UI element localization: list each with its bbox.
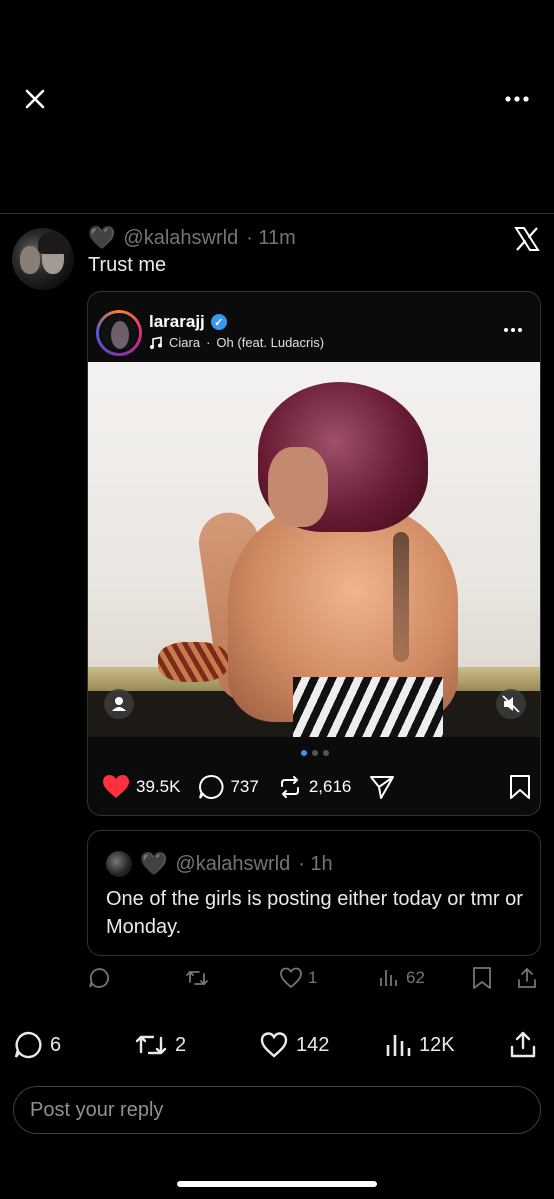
song-title: Oh (feat. Ludacris) bbox=[216, 335, 325, 350]
ig-comment-count: 737 bbox=[230, 777, 259, 796]
share-icon bbox=[510, 1031, 536, 1058]
song-artist: Ciara bbox=[169, 335, 201, 350]
reply-icon bbox=[14, 1031, 42, 1059]
more-icon bbox=[505, 96, 529, 102]
more-icon bbox=[504, 328, 522, 332]
bookmark-icon bbox=[473, 967, 491, 989]
inner-bookmark-button[interactable] bbox=[471, 966, 493, 990]
ig-repost-count: 2,616 bbox=[308, 777, 352, 796]
music-note-icon bbox=[150, 336, 162, 349]
tweet-header: 🖤 @kalahswrld · 11m bbox=[88, 225, 296, 251]
x-logo-icon bbox=[514, 226, 540, 252]
like-count: 142 bbox=[296, 1033, 330, 1056]
ig-photo[interactable] bbox=[88, 362, 540, 737]
share-button[interactable] bbox=[508, 1030, 538, 1060]
divider bbox=[0, 213, 554, 214]
ig-share-button[interactable] bbox=[369, 774, 395, 800]
inner-views-button[interactable]: 62 bbox=[377, 966, 425, 990]
like-button[interactable]: 142 bbox=[259, 1030, 329, 1060]
repost-button[interactable]: 2 bbox=[134, 1030, 186, 1060]
ig-username: lararajj bbox=[149, 312, 205, 331]
carousel-dot bbox=[312, 750, 318, 756]
quoted-tweet-header: 🖤 @kalahswrld · 1h bbox=[106, 851, 333, 877]
inner-repost-button[interactable] bbox=[185, 966, 209, 990]
quoted-time: · 1h bbox=[298, 852, 333, 875]
carousel-dots bbox=[88, 750, 540, 756]
top-bar bbox=[0, 0, 554, 214]
views-button[interactable]: 12K bbox=[384, 1030, 455, 1060]
mute-icon[interactable] bbox=[496, 689, 526, 719]
tagged-user-icon[interactable] bbox=[104, 689, 134, 719]
ig-actions: 39.5K 737 2,616 bbox=[102, 772, 532, 802]
inner-actions: 1 62 bbox=[87, 966, 541, 996]
share-icon bbox=[518, 967, 536, 988]
repost-icon bbox=[135, 1035, 167, 1055]
home-indicator bbox=[177, 1181, 377, 1187]
inner-reply-button[interactable] bbox=[87, 966, 111, 990]
quoted-tweet[interactable]: 🖤 @kalahswrld · 1h One of the girls is p… bbox=[87, 830, 541, 956]
quoted-handle: @kalahswrld bbox=[175, 852, 291, 875]
ig-more-button[interactable] bbox=[498, 320, 528, 340]
bookmark-icon bbox=[510, 775, 530, 799]
tweet-actions: 6 2 142 12K bbox=[0, 1030, 554, 1066]
ig-like-count: 39.5K bbox=[136, 777, 181, 796]
black-heart-emoji: 🖤 bbox=[88, 225, 116, 250]
comment-icon bbox=[199, 774, 224, 799]
ig-avatar[interactable] bbox=[96, 310, 142, 356]
reply-button[interactable]: 6 bbox=[13, 1030, 61, 1060]
reply-count: 6 bbox=[50, 1033, 62, 1056]
repost-icon bbox=[186, 970, 208, 986]
more-options-button[interactable] bbox=[502, 84, 532, 114]
carousel-dot bbox=[301, 750, 307, 756]
inner-share-button[interactable] bbox=[515, 966, 539, 990]
ig-save-button[interactable] bbox=[508, 774, 532, 805]
views-count: 12K bbox=[419, 1033, 455, 1056]
tweet-text: Trust me bbox=[88, 254, 167, 276]
quoted-text: One of the girls is posting either today… bbox=[106, 888, 523, 938]
ig-song[interactable]: Ciara · Oh (feat. Ludacris) bbox=[149, 335, 324, 350]
reply-input[interactable]: Post your reply bbox=[13, 1086, 541, 1134]
tweet-time: · 11m bbox=[246, 226, 296, 249]
ig-like-button[interactable]: 39.5K bbox=[102, 774, 180, 800]
avatar[interactable] bbox=[12, 228, 74, 290]
tweet-handle[interactable]: @kalahswrld bbox=[123, 227, 238, 250]
close-icon bbox=[25, 89, 45, 109]
close-button[interactable] bbox=[20, 84, 50, 114]
instagram-embed[interactable]: lararajj ✓ Ciara · Oh (feat. Ludacris) 3… bbox=[87, 291, 541, 816]
inner-views-count: 62 bbox=[406, 968, 425, 987]
analytics-icon bbox=[380, 970, 397, 986]
inner-like-count: 1 bbox=[308, 968, 318, 987]
send-icon bbox=[370, 776, 395, 799]
ig-repost-button[interactable]: 2,616 bbox=[277, 774, 352, 800]
repost-count: 2 bbox=[175, 1033, 187, 1056]
black-heart-emoji: 🖤 bbox=[140, 851, 168, 876]
ig-username-row[interactable]: lararajj ✓ bbox=[149, 312, 227, 332]
inner-like-button[interactable]: 1 bbox=[279, 966, 317, 990]
reply-icon bbox=[89, 968, 110, 988]
heart-filled-icon bbox=[103, 775, 129, 798]
repost-icon bbox=[280, 776, 299, 798]
verified-badge-icon: ✓ bbox=[210, 314, 227, 330]
analytics-icon bbox=[386, 1035, 411, 1056]
avatar bbox=[106, 851, 132, 877]
carousel-dot bbox=[323, 750, 329, 756]
reply-placeholder: Post your reply bbox=[30, 1098, 164, 1121]
ig-comment-button[interactable]: 737 bbox=[198, 774, 259, 800]
heart-icon bbox=[260, 1032, 288, 1058]
heart-icon bbox=[280, 967, 302, 989]
song-separator: · bbox=[206, 335, 211, 350]
